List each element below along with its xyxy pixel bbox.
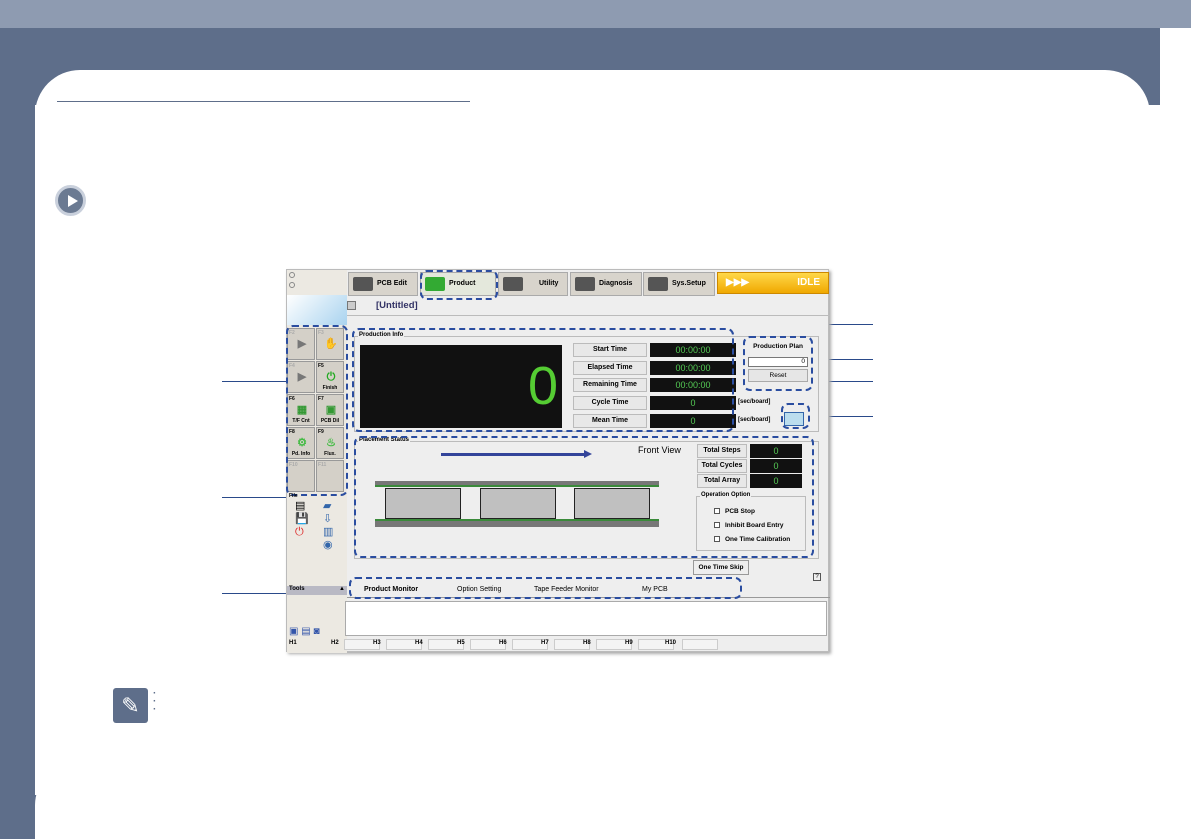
note-pencil-icon: ✎ [113, 688, 148, 723]
pcb-board [574, 488, 650, 519]
status-indicator: ▶▶▶ IDLE [717, 272, 829, 294]
unit-label: [sec/board] [738, 417, 771, 423]
sidebar: F2 ▶ F3 ✋ F4 ▶ F5 ⏻ Finish F6 ▦ T/F Cnt F7 ▣ PCB … [286, 270, 348, 653]
tab-sys-setup[interactable]: Sys.Setup [643, 272, 715, 296]
hkey-label: H3 [373, 640, 381, 646]
pcb-stop-checkbox[interactable]: PCB Stop [714, 508, 755, 515]
hkey-label: H7 [541, 640, 549, 646]
total-steps-value: 0 [750, 444, 802, 458]
total-array-value: 0 [750, 474, 802, 488]
pcb-board [385, 488, 461, 519]
play-bullet-icon [55, 185, 86, 216]
highlight-frame [781, 403, 810, 429]
highlight-frame [420, 270, 498, 300]
square-icon[interactable] [347, 301, 356, 310]
callout-line [222, 381, 288, 382]
logo-graphic [287, 295, 347, 325]
inhibit-board-entry-checkbox[interactable]: Inhibit Board Entry [714, 522, 784, 529]
hkey-label: H8 [583, 640, 591, 646]
one-time-calibration-checkbox[interactable]: One Time Calibration [714, 536, 790, 543]
hkey-label: H10 [665, 640, 677, 646]
tab-diagnosis[interactable]: Diagnosis [570, 272, 642, 296]
file-icons[interactable]: ▤ 💾 ⏻ [295, 500, 309, 539]
highlight-frame [349, 577, 742, 599]
corner [1160, 28, 1191, 105]
tab-pcb-edit[interactable]: PCB Edit [348, 272, 418, 296]
unit-label: [sec/board] [738, 399, 771, 405]
file-title: [Untitled] [376, 300, 418, 311]
radio-icon[interactable] [289, 272, 295, 278]
arrow-head-icon [584, 450, 592, 458]
conveyor-rail-top [375, 481, 659, 487]
conveyor-rail-bottom [375, 519, 659, 527]
tools-bar[interactable]: Tools ▲ [287, 586, 347, 595]
app-window: F2 ▶ F3 ✋ F4 ▶ F5 ⏻ Finish F6 ▦ T/F Cnt F7 ▣ PCB … [286, 269, 830, 653]
hkey-label: H5 [457, 640, 465, 646]
title-bar [347, 298, 830, 316]
total-cycles-label: Total Cycles [697, 459, 747, 473]
hkey-label: H2 [331, 640, 339, 646]
front-view-label: Front View [638, 445, 681, 455]
tab-utility[interactable]: Utility [498, 272, 568, 296]
hkey-label: H1 [289, 640, 297, 646]
help-button[interactable]: ? [813, 573, 821, 581]
total-cycles-value: 0 [750, 459, 802, 473]
highlight-frame [352, 328, 734, 432]
pcb-board [480, 488, 556, 519]
footer-corner [35, 765, 195, 839]
callout-line [222, 593, 288, 594]
note-dots-icon: · · · [153, 688, 157, 715]
one-time-skip-button[interactable]: One Time Skip [693, 560, 749, 575]
tools-label: Tools [289, 586, 305, 592]
tool-icons[interactable]: ▣ ▤ ◙ [289, 626, 320, 637]
highlight-frame [286, 325, 348, 496]
total-array-label: Total Array [697, 474, 747, 488]
hkey-label: H9 [625, 640, 633, 646]
file-icons-right[interactable]: ▰ ⇩ ▥ ◉ [323, 500, 333, 552]
radio-icon[interactable] [289, 282, 295, 288]
file-label: File [289, 493, 298, 499]
total-steps-label: Total Steps [697, 444, 747, 458]
message-area[interactable] [345, 601, 827, 636]
hkey-label: H4 [415, 640, 423, 646]
hkey-label: H6 [499, 640, 507, 646]
top-band [0, 0, 1191, 28]
hkey-slot[interactable] [682, 639, 718, 650]
direction-arrow [441, 453, 586, 456]
highlight-frame [743, 336, 813, 391]
title-underline [57, 101, 470, 102]
